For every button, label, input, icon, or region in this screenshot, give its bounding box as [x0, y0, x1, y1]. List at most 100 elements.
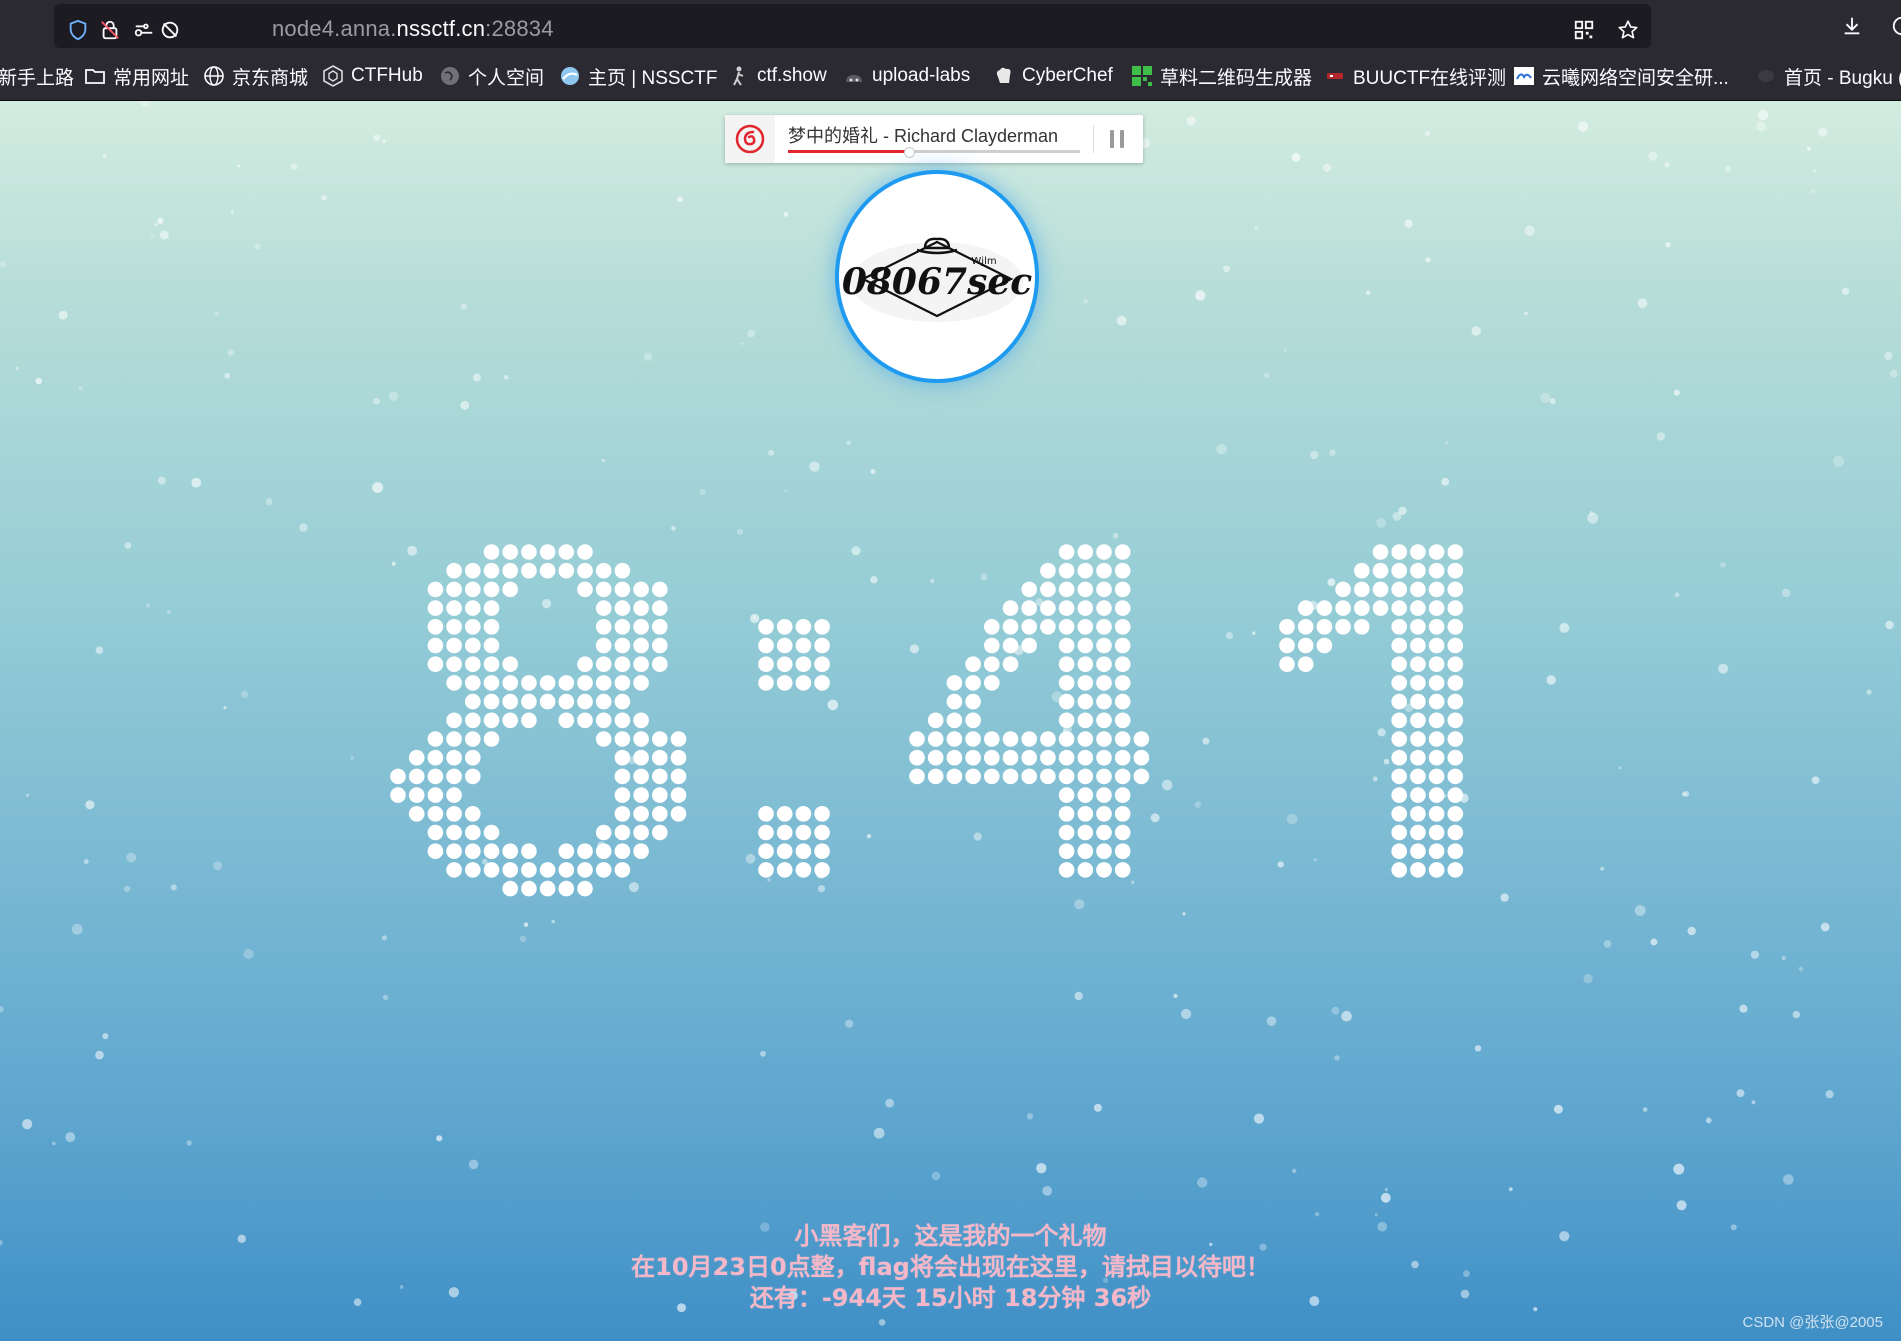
bookmark-item[interactable]: 新手上路 — [0, 62, 74, 90]
tracking-protection-icon[interactable] — [158, 18, 182, 42]
clock-dot — [427, 619, 444, 635]
clock-dot — [1372, 544, 1389, 560]
clock-dot — [1114, 731, 1131, 747]
clock-dot — [465, 749, 481, 766]
progress-handle[interactable] — [903, 147, 915, 158]
clock-dot — [446, 862, 462, 878]
clock-dot — [558, 862, 575, 878]
clock-dot — [465, 693, 481, 710]
clock-dot — [1133, 768, 1150, 785]
countdown-timer: 还有：-944天 15小时 18分钟 36秒 — [749, 1284, 1152, 1312]
clock-dot — [1058, 843, 1075, 859]
clock-dot — [483, 656, 500, 672]
clock-dot — [795, 637, 812, 654]
clock-dot — [1077, 806, 1094, 822]
clock-dot — [1114, 581, 1131, 598]
clock-dot — [1372, 581, 1389, 598]
clock-dot — [1096, 693, 1112, 710]
clock-colon — [758, 619, 830, 878]
clock-dot — [614, 787, 631, 803]
url-text[interactable]: node4.anna.nssctf.cn:28834 — [272, 16, 554, 42]
clock-dot — [483, 712, 500, 729]
clock-dot — [502, 862, 518, 878]
clock-dot — [595, 712, 612, 729]
clock-dot — [1428, 581, 1445, 598]
bookmark-item[interactable]: CTFHub — [322, 62, 423, 90]
clock-dot — [539, 693, 556, 710]
clock-dot — [558, 712, 575, 729]
account-icon[interactable] — [1890, 14, 1901, 38]
pause-button[interactable] — [1105, 127, 1129, 151]
clock-dot — [1391, 675, 1407, 691]
clock-dot — [483, 693, 500, 710]
clock-dot — [1410, 806, 1426, 822]
song-title: 梦中的婚礼 - Richard Clayderman — [788, 126, 1059, 146]
clock-digit — [390, 544, 687, 897]
qr-generator-icon — [1131, 65, 1153, 87]
clock-dot — [1447, 600, 1464, 616]
clock-dot — [614, 824, 631, 841]
bookmark-item[interactable]: 云曦网络空间安全研... — [1513, 62, 1729, 90]
clock-dot — [984, 675, 1000, 691]
bookmark-item[interactable]: 京东商城 — [203, 62, 308, 90]
bookmark-item[interactable]: 首页 - Bugku ( — [1755, 62, 1901, 90]
bookmark-item[interactable]: ctf.show — [728, 62, 827, 90]
clock-dot — [1372, 600, 1389, 616]
clock-dot — [427, 656, 444, 672]
clock-dot — [1096, 619, 1112, 635]
bookmark-folder[interactable]: 常用网址 — [84, 62, 189, 90]
clock-dot — [1410, 787, 1426, 803]
qr-code-icon[interactable] — [1572, 18, 1596, 42]
clock-dot — [633, 656, 649, 672]
clock-dot — [1040, 581, 1056, 598]
bookmark-label: 常用网址 — [113, 67, 190, 89]
clock-dot — [1391, 824, 1407, 841]
bookmark-item[interactable]: upload-labs — [843, 62, 970, 90]
clock-dot — [1447, 768, 1464, 785]
clock-dot — [1447, 562, 1464, 579]
clock-dot — [614, 675, 631, 691]
clock-dot — [1428, 544, 1445, 560]
clock-dot — [633, 749, 649, 766]
netease-music-icon[interactable] — [725, 115, 775, 163]
clock-dot — [776, 675, 793, 691]
bookmark-item[interactable]: BUUCTF在线评测 — [1324, 62, 1506, 90]
clock-dot — [539, 880, 556, 897]
clock-dot — [758, 619, 774, 635]
clock-dot — [446, 843, 462, 859]
bookmark-star-icon[interactable] — [1616, 18, 1640, 42]
bookmark-item[interactable]: 个人空间 — [439, 62, 544, 90]
clock-dot — [1114, 544, 1131, 560]
clock-dot — [1077, 787, 1094, 803]
clock-dot — [558, 843, 575, 859]
clock-dot — [1428, 749, 1445, 766]
clock-dot — [502, 843, 518, 859]
clock-dot — [1040, 600, 1056, 616]
clock-dot — [502, 880, 518, 897]
clock-dot — [1077, 637, 1094, 654]
clock-dot — [758, 637, 774, 654]
bookmark-label: CTFHub — [351, 65, 423, 86]
download-icon[interactable] — [1840, 14, 1864, 38]
clock-dot — [427, 768, 444, 785]
progress-fill — [788, 150, 908, 153]
clock-dot — [465, 862, 481, 878]
clock-dot — [1002, 731, 1019, 747]
clock-dot — [1058, 731, 1075, 747]
permissions-icon[interactable] — [132, 18, 156, 42]
bookmark-item[interactable]: CyberChef — [993, 62, 1113, 90]
bookmark-item[interactable]: 主页 | NSSCTF — [559, 62, 718, 90]
lock-warning-icon[interactable] — [98, 18, 122, 42]
clock-dot — [652, 637, 668, 654]
address-bar[interactable]: node4.anna.nssctf.cn:28834 — [54, 4, 1651, 48]
clock-dot — [1410, 656, 1426, 672]
clock-dot — [427, 843, 444, 859]
clock-dot — [558, 693, 575, 710]
progress-bar[interactable] — [788, 147, 1080, 158]
bookmark-item[interactable]: 草料二维码生成器 — [1131, 62, 1312, 90]
clock-dot — [521, 675, 537, 691]
clock-dot — [446, 637, 462, 654]
clock-dot — [1391, 749, 1407, 766]
shield-icon[interactable] — [66, 18, 90, 42]
clock-dot — [670, 749, 687, 766]
